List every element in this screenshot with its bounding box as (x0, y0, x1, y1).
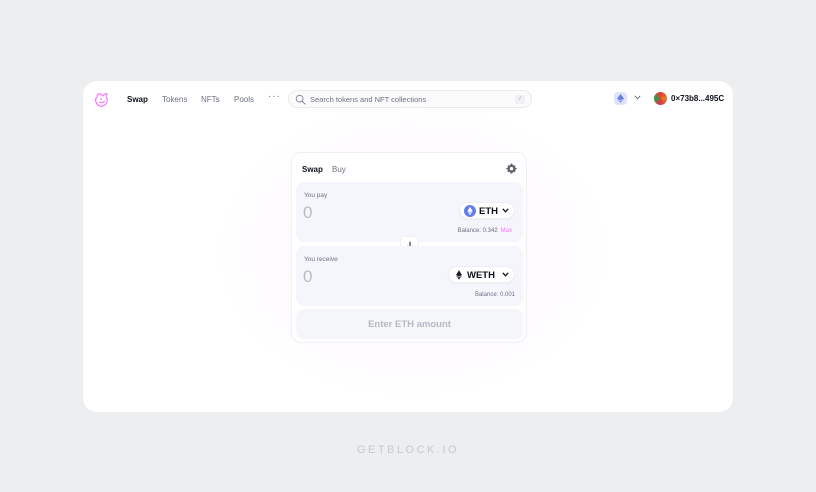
receive-token-selector[interactable]: WETH (448, 266, 515, 283)
pay-token-symbol: ETH (479, 206, 498, 217)
nav-tokens-link[interactable]: Tokens (162, 95, 187, 104)
nav-pools-link[interactable]: Pools (234, 95, 254, 104)
pay-label: You pay (304, 192, 328, 199)
network-selector[interactable] (614, 92, 644, 106)
search-icon (295, 94, 306, 105)
pay-panel: You pay ETH Balance: 0.342Max (296, 182, 523, 242)
pay-token-selector[interactable]: ETH (459, 202, 515, 219)
wallet-address: 0×73b8...495C (671, 94, 725, 103)
weth-token-icon (456, 270, 462, 280)
pay-balance-text: Balance: 0.342 (457, 228, 498, 234)
nav-nfts-link[interactable]: NFTs (201, 95, 220, 104)
tab-swap[interactable]: Swap (302, 165, 323, 174)
app-window: Swap Tokens NFTs Pools ··· / (83, 81, 733, 412)
pay-amount-input[interactable] (303, 202, 423, 224)
eth-token-icon (464, 205, 476, 217)
pay-balance: Balance: 0.342 Max (458, 228, 512, 234)
chevron-down-icon (502, 208, 509, 213)
gear-icon[interactable] (506, 163, 517, 174)
nav-swap-link[interactable]: Swap (127, 95, 148, 104)
search-shortcut-key: / (515, 95, 525, 104)
top-nav: Swap Tokens NFTs Pools ··· / (83, 81, 733, 119)
chevron-down-icon (634, 95, 641, 100)
enter-amount-button[interactable]: Enter ETH amount (296, 309, 523, 339)
tab-buy[interactable]: Buy (332, 165, 346, 174)
getblock-watermark: GETBLOCK.IO (356, 444, 460, 456)
receive-balance: Balance: 0.001 (474, 292, 515, 298)
ethereum-icon (614, 92, 627, 105)
swap-card: Swap Buy You pay ETH Balance: 0.342M (291, 152, 527, 343)
more-menu-button[interactable]: ··· (268, 91, 281, 102)
receive-panel: You receive WETH Balance: 0.001 (296, 246, 523, 306)
search-input[interactable] (310, 93, 510, 106)
uniswap-logo-icon[interactable] (94, 91, 110, 108)
wallet-avatar (654, 92, 667, 105)
receive-label: You receive (304, 256, 338, 263)
receive-token-symbol: WETH (467, 270, 495, 281)
chevron-down-icon (502, 272, 509, 277)
receive-amount-input[interactable] (303, 266, 423, 288)
max-button[interactable]: Max (501, 228, 512, 234)
search-bar[interactable]: / (288, 90, 532, 108)
